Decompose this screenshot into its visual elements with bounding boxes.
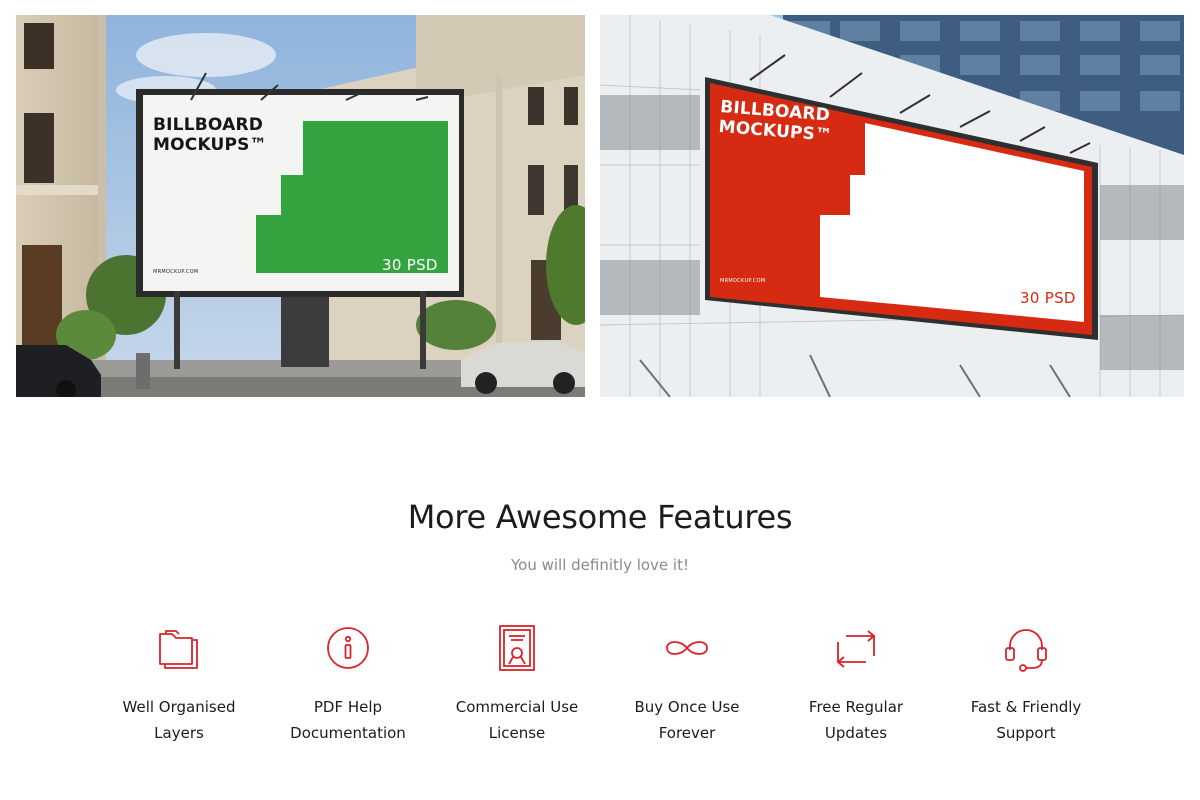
refresh-icon: [830, 622, 882, 674]
feature-label: Fast & Friendly Support: [970, 698, 1082, 742]
feature-buy-once: Buy Once Use Forever: [602, 622, 772, 746]
feature-label: Commercial Use License: [455, 698, 579, 742]
section-title: More Awesome Features: [407, 498, 793, 536]
feature-label: Buy Once Use Forever: [634, 698, 740, 742]
billboard-url: MRMOCKUP.COM: [153, 269, 199, 275]
billboard-url: MRMOCKUP.COM: [720, 278, 766, 284]
section-subtitle: You will definitly love it!: [510, 556, 689, 574]
street-scene-illustration: [16, 15, 585, 397]
billboard-photo-street: BILLBOARD MOCKUPS™ 30 PSD MRMOCKUP.COM: [16, 15, 585, 397]
certificate-icon: [491, 622, 543, 674]
feature-layers: Well Organised Layers: [94, 622, 264, 746]
feature-updates: Free Regular Updates: [771, 622, 941, 746]
feature-label: Free Regular Updates: [808, 698, 904, 742]
headset-icon: [1000, 622, 1052, 674]
info-icon: [322, 622, 374, 674]
feature-license: Commercial Use License: [432, 622, 602, 746]
billboard-badge: 30 PSD: [1020, 289, 1076, 307]
folder-icon: [153, 622, 205, 674]
billboard-badge: 30 PSD: [382, 256, 438, 274]
building-scene-illustration: [600, 15, 1184, 397]
infinity-icon: [661, 622, 713, 674]
billboard-headline: BILLBOARD MOCKUPS™: [153, 115, 267, 155]
feature-pdf-help: PDF Help Documentation: [263, 622, 433, 746]
feature-label: PDF Help Documentation: [290, 698, 406, 742]
billboard-photo-building: BILLBOARD MOCKUPS™ 30 PSD MRMOCKUP.COM: [600, 15, 1184, 397]
feature-label: Well Organised Layers: [122, 698, 236, 742]
feature-support: Fast & Friendly Support: [941, 622, 1111, 746]
